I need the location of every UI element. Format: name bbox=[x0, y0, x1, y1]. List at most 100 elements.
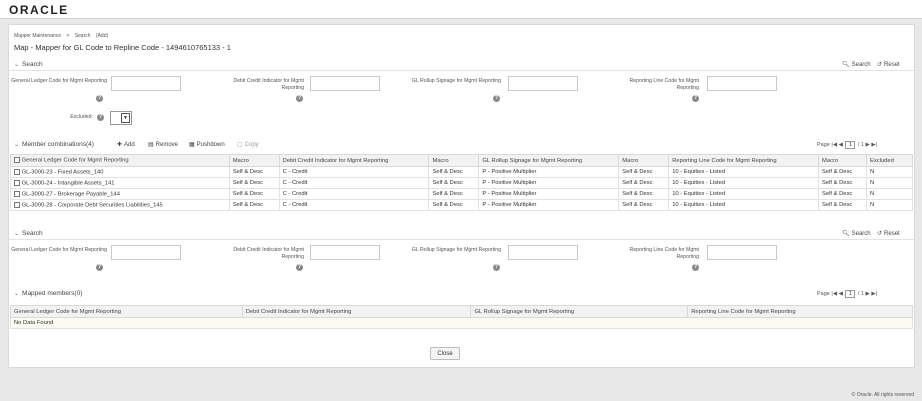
search-section-title: Search bbox=[22, 230, 43, 237]
reporting-line-input[interactable] bbox=[707, 245, 777, 260]
help-icon[interactable]: ? bbox=[692, 95, 699, 102]
cell-debit-credit: C - Credit bbox=[278, 166, 430, 178]
debit-credit-input[interactable] bbox=[310, 245, 380, 260]
last-page-icon[interactable]: ▶| bbox=[871, 142, 877, 148]
debit-credit-input[interactable] bbox=[310, 76, 380, 91]
column-header-reporting-line[interactable]: Reporting Line Code for Mgmt Reporting bbox=[668, 154, 820, 167]
member-combinations-table: General Ledger Code for Mgmt Reporting M… bbox=[10, 154, 914, 211]
gl-rollup-label: GL Rollup Signage for Mgmt Reporting bbox=[411, 78, 501, 84]
help-icon[interactable]: ? bbox=[493, 95, 500, 102]
no-data-message: No Data Found bbox=[10, 317, 913, 329]
column-header-reporting-line[interactable]: Reporting Line Code for Mgmt Reporting bbox=[687, 305, 913, 318]
column-header-debit-credit[interactable]: Debit Credit Indicator for Mgmt Reportin… bbox=[241, 305, 472, 318]
help-icon[interactable]: ? bbox=[296, 95, 303, 102]
chevron-down-icon: ▼ bbox=[121, 113, 130, 123]
cell-macro: Self & Desc bbox=[228, 199, 280, 211]
prev-page-icon[interactable]: ◀ bbox=[839, 291, 843, 297]
column-header-macro[interactable]: Macro bbox=[818, 154, 867, 167]
help-icon[interactable]: ? bbox=[96, 95, 103, 102]
page-number-input[interactable]: 1 bbox=[845, 141, 856, 149]
column-header-gl-rollup[interactable]: GL Rollup Signage for Mgmt Reporting bbox=[470, 305, 689, 318]
chevron-down-icon: ⌄ bbox=[14, 231, 20, 237]
last-page-icon[interactable]: ▶| bbox=[871, 291, 877, 297]
excluded-label: Excluded: bbox=[70, 114, 93, 120]
reset-icon: ↺ bbox=[877, 231, 883, 237]
column-header-excluded[interactable]: Excluded bbox=[865, 154, 914, 167]
help-icon[interactable]: ? bbox=[97, 114, 104, 121]
help-icon[interactable]: ? bbox=[96, 264, 103, 271]
cell-excluded: N bbox=[865, 188, 914, 200]
remove-icon: ▤ bbox=[148, 142, 154, 148]
row-checkbox[interactable] bbox=[14, 201, 20, 208]
help-icon[interactable]: ? bbox=[493, 264, 500, 271]
cell-macro: Self & Desc bbox=[818, 166, 867, 178]
column-header-gl-code[interactable]: General Ledger Code for Mgmt Reporting bbox=[10, 154, 230, 167]
search-button[interactable]: 🔍︎ Search bbox=[842, 230, 871, 237]
cell-reporting-line: 10 - Equities - Listed bbox=[668, 199, 820, 211]
member-combinations-header[interactable]: ⌄ Member combinations(4) bbox=[14, 141, 94, 148]
row-checkbox[interactable] bbox=[14, 190, 20, 197]
cell-gl-code: GL-3000-28 - Corporate Debt Securities L… bbox=[10, 199, 230, 211]
gl-rollup-input[interactable] bbox=[508, 76, 578, 91]
reporting-line-label: Reporting Line Code for Mgmt Reporting bbox=[629, 247, 700, 260]
table-row[interactable]: GL-3000-28 - Corporate Debt Securities L… bbox=[10, 199, 914, 211]
column-header-macro[interactable]: Macro bbox=[228, 154, 280, 167]
mapped-members-header[interactable]: ⌄ Mapped members(0) bbox=[14, 290, 82, 297]
search-section-header[interactable]: ⌄ Search bbox=[14, 61, 43, 68]
table-row[interactable]: GL-3000-27 - Brokerage Payable_144 Self … bbox=[10, 188, 914, 200]
cell-macro: Self & Desc bbox=[428, 199, 480, 211]
main-panel: Mapper Maintenance > Search (Add) Map - … bbox=[8, 24, 915, 368]
search-section-header[interactable]: ⌄ Search bbox=[14, 230, 43, 237]
page-number-input[interactable]: 1 bbox=[845, 290, 856, 298]
excluded-select[interactable]: ▼ bbox=[110, 111, 132, 125]
add-button[interactable]: ✚ Add bbox=[117, 141, 135, 148]
table-row[interactable]: GL-3000-23 - Fixed Assets_140 Self & Des… bbox=[10, 166, 914, 178]
select-all-checkbox[interactable] bbox=[14, 157, 20, 164]
gl-code-input[interactable] bbox=[111, 245, 181, 260]
cell-gl-code: GL-3000-24 - Intangible Assets_141 bbox=[10, 177, 230, 189]
search-section-title: Search bbox=[22, 61, 43, 68]
cell-macro: Self & Desc bbox=[618, 199, 670, 211]
reset-button[interactable]: ↺ Reset bbox=[877, 61, 900, 68]
column-header-debit-credit[interactable]: Debit Credit Indicator for Mgmt Reportin… bbox=[278, 154, 430, 167]
column-header-gl-rollup[interactable]: GL Rollup Signage for Mgmt Reporting bbox=[478, 154, 620, 167]
column-header-gl-code[interactable]: General Ledger Code for Mgmt Reporting bbox=[10, 305, 243, 318]
copy-button[interactable]: ▢ Copy bbox=[237, 141, 259, 148]
page-total: / 1 bbox=[857, 142, 865, 148]
cell-macro: Self & Desc bbox=[428, 188, 480, 200]
column-header-macro[interactable]: Macro bbox=[428, 154, 480, 167]
close-button[interactable]: Close bbox=[430, 347, 460, 360]
row-checkbox[interactable] bbox=[14, 168, 20, 175]
cell-reporting-line: 10 - Equities - Listed bbox=[668, 166, 820, 178]
cell-macro: Self & Desc bbox=[228, 177, 280, 189]
help-icon[interactable]: ? bbox=[692, 264, 699, 271]
chevron-down-icon: ⌄ bbox=[14, 291, 20, 297]
gl-code-label: General Ledger Code for Mgmt Reporting bbox=[11, 78, 107, 84]
gl-code-input[interactable] bbox=[111, 76, 181, 91]
next-page-icon[interactable]: ▶ bbox=[866, 142, 870, 148]
reporting-line-input[interactable] bbox=[707, 76, 777, 91]
cell-text: GL-3000-27 - Brokerage Payable_144 bbox=[21, 191, 120, 198]
cell-text: GL-3000-28 - Corporate Debt Securities L… bbox=[21, 202, 163, 209]
next-page-icon[interactable]: ▶ bbox=[866, 291, 870, 297]
breadcrumb-item-search[interactable]: Search bbox=[75, 33, 91, 39]
cell-debit-credit: C - Credit bbox=[278, 199, 430, 211]
table-row[interactable]: GL-3000-24 - Intangible Assets_141 Self … bbox=[10, 177, 914, 189]
search-button[interactable]: 🔍︎ Search bbox=[842, 61, 871, 68]
cell-gl-rollup: P - Positive Multiplier bbox=[478, 166, 620, 178]
reset-button[interactable]: ↺ Reset bbox=[877, 230, 900, 237]
first-page-icon[interactable]: |◀ bbox=[831, 142, 837, 148]
cell-text: GL-3000-23 - Fixed Assets_140 bbox=[21, 169, 104, 176]
column-header-macro[interactable]: Macro bbox=[618, 154, 670, 167]
first-page-icon[interactable]: |◀ bbox=[831, 291, 837, 297]
cell-debit-credit: C - Credit bbox=[278, 188, 430, 200]
row-checkbox[interactable] bbox=[14, 179, 20, 186]
pushdown-button[interactable]: ▦ Pushdown bbox=[189, 141, 225, 148]
cell-excluded: N bbox=[865, 166, 914, 178]
prev-page-icon[interactable]: ◀ bbox=[839, 142, 843, 148]
search-button-label: Search bbox=[851, 231, 871, 237]
help-icon[interactable]: ? bbox=[296, 264, 303, 271]
breadcrumb-item-mapper-maintenance[interactable]: Mapper Maintenance bbox=[14, 33, 61, 39]
gl-rollup-input[interactable] bbox=[508, 245, 578, 260]
remove-button[interactable]: ▤ Remove bbox=[148, 141, 178, 148]
